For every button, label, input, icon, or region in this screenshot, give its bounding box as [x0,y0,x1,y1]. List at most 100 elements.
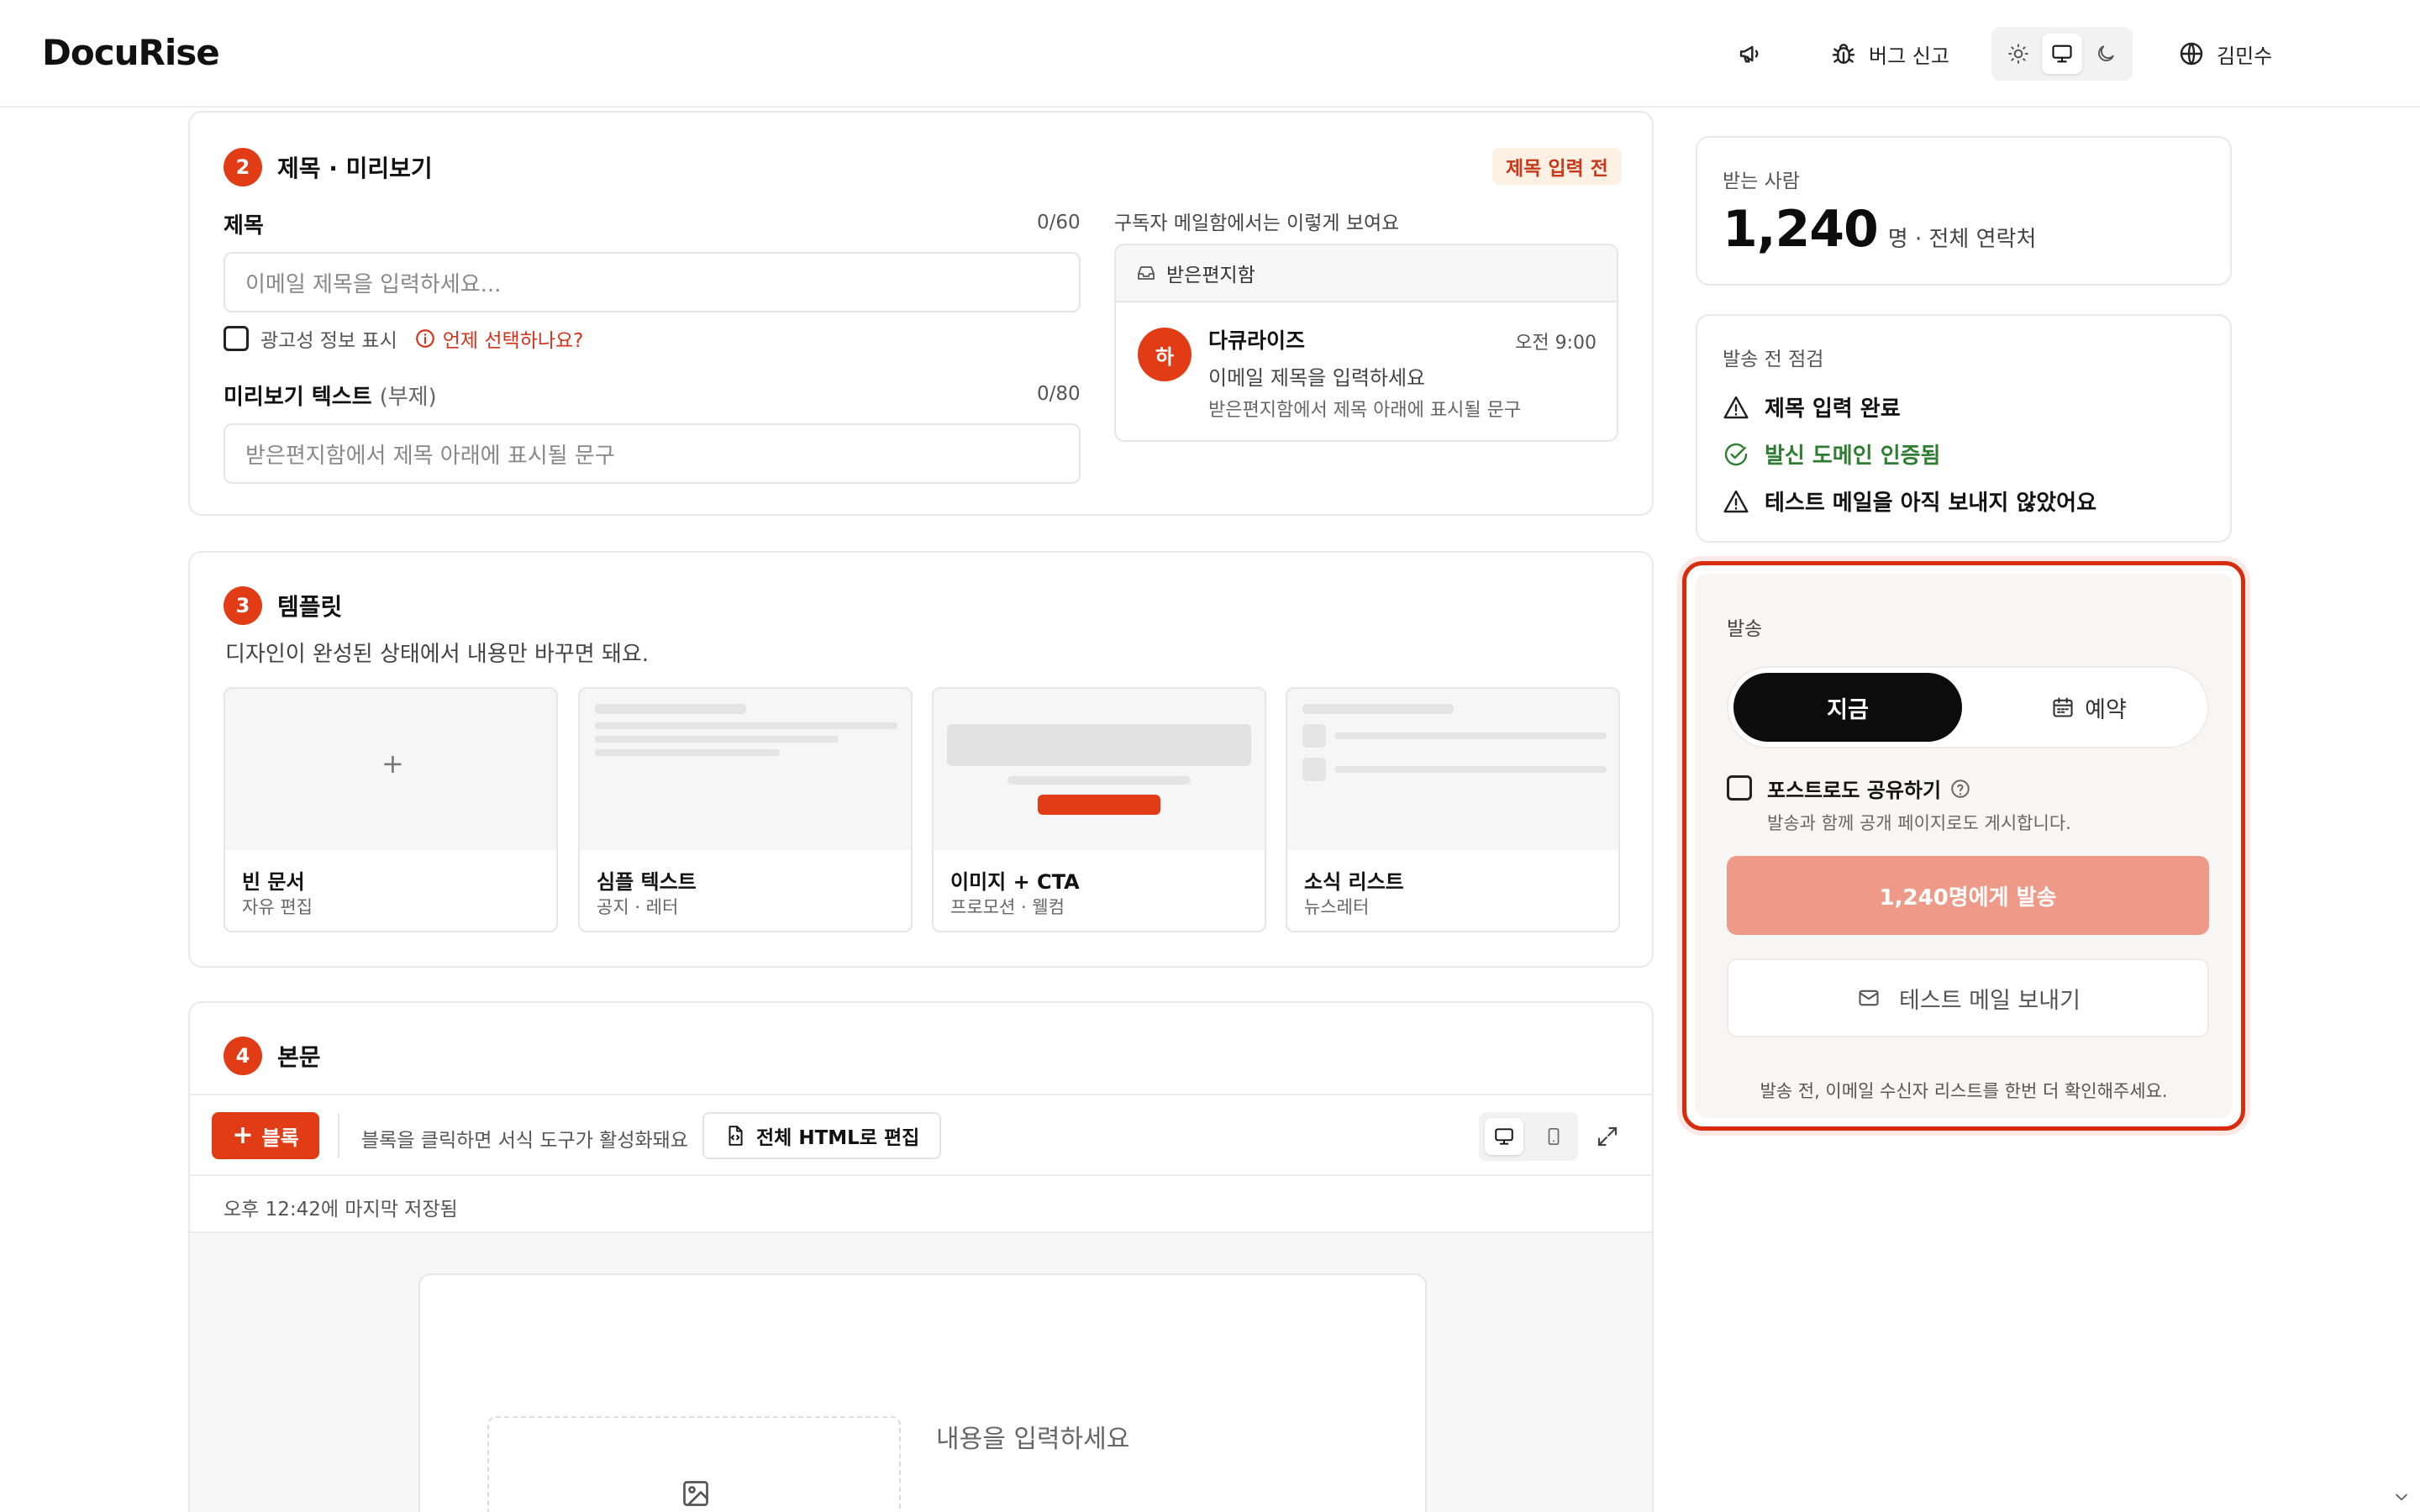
check-circle-icon [1724,443,1748,465]
ad-info-checkbox[interactable] [224,326,249,351]
warning-icon [1723,396,1749,418]
image-icon [683,1481,708,1506]
schedule-option[interactable]: 예약 [1972,673,2206,742]
toolbar-hint: 블록을 클릭하면 서식 도구가 활성화돼요 [361,1130,688,1152]
template-name: 소식 리스트 [1304,870,1404,894]
post-share-row: 포스트로도 공유하기 발송과 함께 공개 페이지로도 게시합니다. [1727,774,2071,835]
bug-icon [1832,44,1855,64]
top-header: DocuRise 버그 신고 김민수 [0,0,2420,108]
info-icon [415,329,434,348]
inbox-caption: 구독자 메일함에서는 이렇게 보여요 [1114,213,1400,234]
section-title: 본문 [277,1043,321,1071]
precheck-card: 발송 전 점검 제목 입력 완료 발신 도메인 인증됨 테스트 메일을 아직 보… [1696,314,2232,543]
mobile-view-option[interactable] [1534,1118,1573,1155]
test-email-label: 테스트 메일 보내기 [1899,987,2081,1014]
preview-text-label-sub: (부제) [379,385,437,410]
fullscreen-button[interactable] [1595,1124,1620,1152]
theme-system-option[interactable] [2042,34,2082,74]
template-tile-news-list[interactable]: 소식 리스트 뉴스레터 [1286,687,1620,932]
plus-icon: + [232,1121,254,1150]
help-icon[interactable] [1949,778,1971,800]
user-menu-button[interactable]: 김민수 [2178,30,2272,77]
send-now-option[interactable]: 지금 [1733,673,1962,742]
preview-line [595,749,780,756]
template-tile-image-cta[interactable]: 이미지 + CTA 프로모션 · 웰컴 [932,687,1266,932]
preview-subject: 이메일 제목을 입력하세요 [1208,366,1426,390]
monitor-icon [2052,45,2072,63]
preview-text-label: 미리보기 텍스트 (부제) [224,380,437,411]
bug-report-button[interactable]: 버그 신고 [1830,30,1949,77]
section-title: 템플릿 [277,593,343,621]
content-placeholder[interactable]: 내용을 입력하세요 [936,1418,1129,1455]
subject-label: 제목 [224,213,264,239]
subject-input[interactable]: 이메일 제목을 입력하세요... [224,252,1081,312]
precheck-item: 제목 입력 완료 [1723,391,1901,423]
schedule-label: 예약 [2085,696,2127,723]
chevron-down-icon[interactable] [2391,1488,2412,1505]
template-name: 이미지 + CTA [950,870,1080,894]
template-tile-blank[interactable]: + 빈 문서 자유 편집 [224,687,558,932]
desktop-view-option[interactable] [1484,1118,1523,1155]
preview-body: 받은편지함에서 제목 아래에 표시될 문구 [1208,400,1522,421]
sender-name: 다큐라이즈 [1208,328,1306,353]
step-number: 4 [224,1037,262,1075]
preview-image-block [947,724,1251,766]
sender-avatar: 하 [1138,328,1192,381]
template-tile-simple-text[interactable]: 심플 텍스트 공지 · 레터 [578,687,913,932]
expand-icon [1597,1126,1618,1147]
template-subtitle: 공지 · 레터 [597,897,679,917]
preview-text-input[interactable]: 받은편지함에서 제목 아래에 표시될 문구 [224,423,1081,484]
add-block-button[interactable]: + 블록 [212,1112,319,1159]
recipients-count-row: 1,240 명 · 전체 연락처 [1723,200,2036,259]
recipients-label: 받는 사람 [1723,171,1800,192]
send-test-email-button[interactable]: 테스트 메일 보내기 [1727,958,2209,1037]
theme-dark-option[interactable] [2086,34,2126,74]
template-name: 빈 문서 [242,870,305,894]
ad-help-text: 언제 선택하나요? [442,330,584,352]
email-canvas: 내용을 입력하세요 [418,1273,1427,1512]
edit-html-button[interactable]: 전체 HTML로 편집 [702,1112,942,1159]
preview-line [1302,704,1454,714]
body-section: 4 본문 + 블록 블록을 클릭하면 서식 도구가 활성화돼요 전체 HTML로… [188,1001,1654,1512]
editor-toolbar: + 블록 블록을 클릭하면 서식 도구가 활성화돼요 전체 HTML로 편집 [190,1094,1652,1176]
warning-icon [1723,490,1749,512]
preview-thumb [1302,724,1326,748]
monitor-icon [1494,1128,1513,1145]
calendar-icon [2053,697,2073,717]
post-share-text: 포스트로도 공유하기 발송과 함께 공개 페이지로도 게시합니다. [1767,774,2071,835]
step-number: 3 [224,586,262,625]
template-subtitle: 자유 편집 [242,897,313,917]
code-file-icon [729,1126,743,1146]
preview-line [595,704,746,714]
preview-line [1007,776,1191,785]
precheck-item: 발신 도메인 인증됨 [1723,438,1940,470]
theme-light-option[interactable] [1998,34,2039,74]
precheck-item-text: 제목 입력 완료 [1765,396,1901,422]
template-preview [934,689,1265,850]
app-logo[interactable]: DocuRise [42,32,220,73]
mail-icon [1859,990,1879,1006]
recipients-count: 1,240 [1723,200,1879,259]
ad-info-label: 광고성 정보 표시 [260,330,397,352]
precheck-item-text: 테스트 메일을 아직 보내지 않았어요 [1765,491,2097,516]
sun-icon [2008,44,2028,64]
announcement-button[interactable] [1738,30,1765,77]
subject-counter: 0/60 [1037,212,1081,234]
inbox-header: 받은편지함 [1116,245,1617,302]
image-placeholder[interactable] [487,1416,901,1512]
send-button[interactable]: 1,240명에게 발송 [1727,856,2209,935]
device-toggle [1479,1112,1578,1161]
template-preview: + [225,689,556,850]
template-name: 심플 텍스트 [597,870,697,894]
preview-cta-button [1038,795,1160,815]
preview-line [1334,766,1607,773]
section-title: 제목 · 미리보기 [277,155,433,182]
edit-html-label: 전체 HTML로 편집 [756,1127,920,1149]
ad-help-link[interactable]: 언제 선택하나요? [414,324,584,353]
preview-line [595,722,897,729]
theme-toggle [1991,27,2133,81]
add-block-label: 블록 [261,1126,299,1150]
template-section-header: 3 템플릿 [224,586,342,625]
precheck-item-text: 발신 도메인 인증됨 [1765,444,1941,469]
post-share-checkbox[interactable] [1727,775,1752,801]
